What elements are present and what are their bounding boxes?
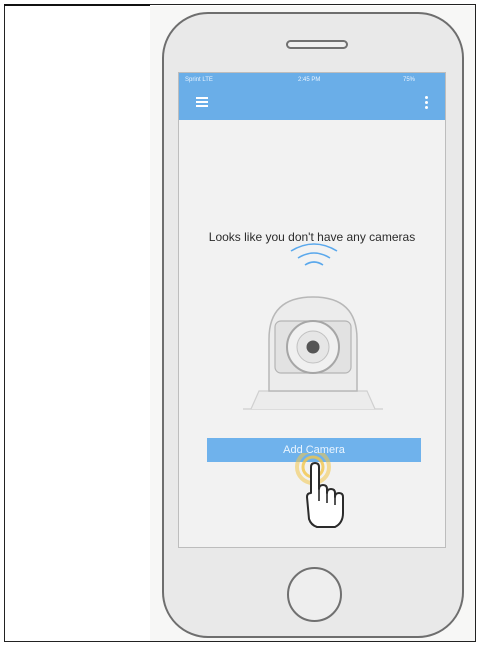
app-bar [179, 87, 445, 120]
menu-icon[interactable] [196, 97, 208, 108]
wifi-signal-icon [290, 243, 338, 266]
carrier-label: Sprint LTE [185, 77, 213, 83]
phone-speaker [286, 40, 348, 49]
status-bar: Sprint LTE 2:45 PM 75% [179, 73, 445, 87]
status-time: 2:45 PM [298, 77, 321, 83]
home-button[interactable] [287, 567, 342, 622]
hand-pointer-icon [295, 453, 344, 528]
phone-screen: Sprint LTE 2:45 PM 75% Looks like you do… [178, 72, 446, 548]
camera-icon [243, 296, 383, 410]
battery-level: 75% [403, 77, 416, 83]
frame-divider [4, 4, 150, 6]
kebab-menu-icon[interactable] [425, 96, 429, 110]
